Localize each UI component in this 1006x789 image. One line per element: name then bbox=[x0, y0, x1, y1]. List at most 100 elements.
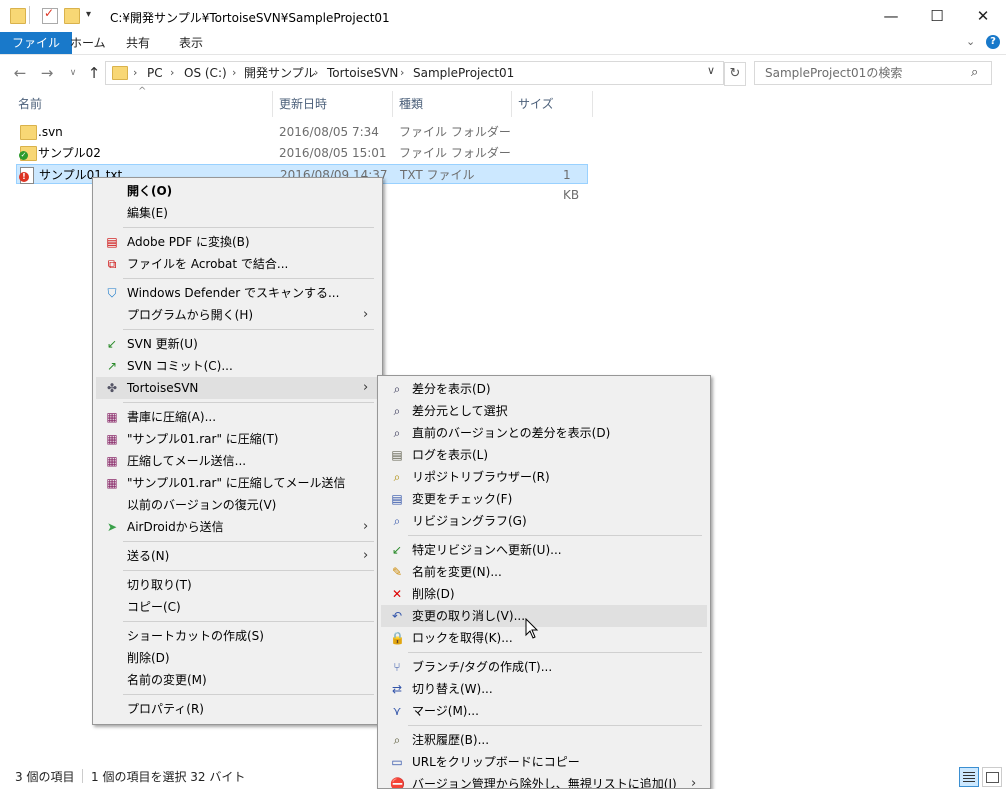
new-folder-icon[interactable] bbox=[64, 8, 80, 24]
file-row[interactable]: ✓ サンプル02 2016/08/05 15:01 ファイル フォルダー bbox=[16, 143, 588, 163]
chevron-right-icon[interactable]: › bbox=[232, 62, 236, 84]
menu-item[interactable]: 🔒 ロックを取得(K)... bbox=[381, 627, 707, 649]
breadcrumb-pc[interactable]: PC bbox=[147, 62, 163, 84]
column-divider[interactable] bbox=[511, 91, 512, 117]
column-header-name[interactable]: 名前 bbox=[18, 96, 42, 118]
menu-item[interactable]: ▦ 書庫に圧縮(A)... bbox=[96, 406, 379, 428]
close-button[interactable]: ✕ bbox=[960, 0, 1006, 32]
menu-item-label: "サンプル01.rar" に圧縮してメール送信 bbox=[127, 476, 346, 490]
help-icon[interactable]: ? bbox=[986, 35, 1000, 49]
column-divider[interactable] bbox=[592, 91, 593, 117]
blame-icon: ⌕ bbox=[393, 733, 401, 747]
menu-item[interactable]: ⌕ リビジョングラフ(G) bbox=[381, 510, 707, 532]
tab-home[interactable]: ホーム bbox=[58, 32, 118, 54]
minimize-button[interactable]: — bbox=[868, 0, 914, 32]
menu-item-label: 以前のバージョンの復元(V) bbox=[127, 498, 277, 512]
address-dropdown-icon[interactable]: ∨ bbox=[707, 64, 715, 77]
forward-icon[interactable]: → bbox=[38, 64, 56, 82]
menu-separator bbox=[408, 535, 702, 536]
menu-item[interactable]: ▤ 変更をチェック(F) bbox=[381, 488, 707, 510]
column-header-type[interactable]: 種類 bbox=[399, 96, 423, 118]
up-icon[interactable]: ↑ bbox=[85, 64, 103, 82]
chevron-right-icon: › bbox=[363, 519, 369, 534]
breadcrumb-folder[interactable]: TortoiseSVN bbox=[327, 62, 398, 84]
file-row[interactable]: .svn 2016/08/05 7:34 ファイル フォルダー bbox=[16, 122, 588, 142]
tab-share[interactable]: 共有 bbox=[114, 32, 162, 54]
maximize-button[interactable]: ☐ bbox=[914, 0, 960, 32]
properties-checkmark-icon[interactable]: ✓ bbox=[42, 6, 58, 24]
menu-item[interactable]: 名前の変更(M) bbox=[96, 669, 379, 691]
tab-view[interactable]: 表示 bbox=[167, 32, 215, 54]
menu-item[interactable]: ↗ SVN コミット(C)... bbox=[96, 355, 379, 377]
breadcrumb-current[interactable]: SampleProject01 bbox=[413, 62, 514, 84]
menu-item[interactable]: コピー(C) bbox=[96, 596, 379, 618]
chevron-right-icon: › bbox=[363, 380, 369, 395]
chevron-right-icon[interactable]: › bbox=[314, 62, 318, 84]
menu-item[interactable]: 削除(D) bbox=[96, 647, 379, 669]
search-icon[interactable]: ⌕ bbox=[971, 65, 978, 80]
column-divider[interactable] bbox=[392, 91, 393, 117]
recent-dropdown-icon[interactable]: ∨ bbox=[64, 64, 82, 82]
menu-item[interactable]: ✕ 削除(D) bbox=[381, 583, 707, 605]
menu-item[interactable]: ⛉ Windows Defender でスキャンする... bbox=[96, 282, 379, 304]
column-header-size[interactable]: サイズ bbox=[518, 96, 554, 118]
menu-item[interactable]: ▤ Adobe PDF に変換(B) bbox=[96, 231, 379, 253]
menu-item[interactable]: ⧉ ファイルを Acrobat で結合... bbox=[96, 253, 379, 275]
refresh-icon[interactable]: ↻ bbox=[724, 62, 746, 86]
branch-icon: ⑂ bbox=[393, 660, 401, 674]
menu-item[interactable]: ⌕ 差分元として選択 bbox=[381, 400, 707, 422]
menu-item[interactable]: 編集(E) bbox=[96, 202, 379, 224]
menu-item[interactable]: 切り取り(T) bbox=[96, 574, 379, 596]
rename-icon: ✎ bbox=[391, 565, 403, 579]
menu-item[interactable]: プログラムから開く(H) › bbox=[96, 304, 379, 326]
column-divider[interactable] bbox=[272, 91, 273, 117]
menu-item[interactable]: 開く(O) bbox=[96, 180, 379, 202]
menu-item[interactable]: ⌕ リポジトリブラウザー(R) bbox=[381, 466, 707, 488]
back-icon[interactable]: ← bbox=[11, 64, 29, 82]
menu-separator bbox=[408, 725, 702, 726]
menu-item[interactable]: プロパティ(R) bbox=[96, 698, 379, 720]
menu-item[interactable]: ⌕ 注釈履歴(B)... bbox=[381, 729, 707, 751]
menu-item[interactable]: ✤ TortoiseSVN › bbox=[96, 377, 379, 399]
details-view-icon[interactable] bbox=[959, 767, 979, 787]
tortoisesvn-submenu: ⌕ 差分を表示(D) ⌕ 差分元として選択 ⌕ 直前のバージョンとの差分を表示(D) ▤ ログ… bbox=[377, 375, 711, 789]
quick-access-dropdown-icon[interactable]: ▾ bbox=[86, 9, 91, 20]
chevron-right-icon[interactable]: › bbox=[400, 62, 404, 84]
menu-item[interactable]: ⋎ マージ(M)... bbox=[381, 700, 707, 722]
menu-item[interactable]: ショートカットの作成(S) bbox=[96, 625, 379, 647]
breadcrumb-folder[interactable]: 開発サンプル bbox=[244, 62, 316, 84]
chevron-right-icon[interactable]: › bbox=[133, 62, 137, 84]
chevron-right-icon[interactable]: › bbox=[170, 62, 174, 84]
menu-item[interactable]: ⑂ ブランチ/タグの作成(T)... bbox=[381, 656, 707, 678]
menu-item[interactable]: ▦ 圧縮してメール送信... bbox=[96, 450, 379, 472]
address-bar[interactable]: › PC › OS (C:) › 開発サンプル › TortoiseSVN › … bbox=[105, 61, 724, 85]
menu-separator bbox=[123, 621, 374, 622]
menu-separator bbox=[123, 278, 374, 279]
folder-icon bbox=[10, 8, 26, 24]
menu-item[interactable]: 送る(N) › bbox=[96, 545, 379, 567]
menu-item[interactable]: ↶ 変更の取り消し(V)... bbox=[381, 605, 707, 627]
menu-item[interactable]: 以前のバージョンの復元(V) bbox=[96, 494, 379, 516]
diff-icon: ⌕ bbox=[393, 426, 401, 440]
menu-item[interactable]: ↙ SVN 更新(U) bbox=[96, 333, 379, 355]
menu-item[interactable]: ▤ ログを表示(L) bbox=[381, 444, 707, 466]
delete-icon: ✕ bbox=[391, 587, 403, 601]
expand-ribbon-icon[interactable]: ⌄ bbox=[966, 35, 975, 48]
menu-item[interactable]: ⌕ 直前のバージョンとの差分を表示(D) bbox=[381, 422, 707, 444]
menu-item[interactable]: ▦ "サンプル01.rar" に圧縮(T) bbox=[96, 428, 379, 450]
check-modifications-icon: ▤ bbox=[391, 492, 403, 506]
menu-item[interactable]: ⇄ 切り替え(W)... bbox=[381, 678, 707, 700]
file-name: サンプル02 bbox=[38, 146, 101, 160]
menu-item-label: 送る(N) bbox=[127, 549, 170, 563]
menu-item[interactable]: ▦ "サンプル01.rar" に圧縮してメール送信 bbox=[96, 472, 379, 494]
menu-item[interactable]: ➤ AirDroidから送信 › bbox=[96, 516, 379, 538]
menu-item[interactable]: ✎ 名前を変更(N)... bbox=[381, 561, 707, 583]
breadcrumb-drive[interactable]: OS (C:) bbox=[184, 62, 227, 84]
menu-item[interactable]: ⌕ 差分を表示(D) bbox=[381, 378, 707, 400]
menu-item[interactable]: ↙ 特定リビジョンへ更新(U)... bbox=[381, 539, 707, 561]
search-box[interactable]: SampleProject01の検索 ⌕ bbox=[754, 61, 992, 85]
file-size: 1 KB bbox=[563, 168, 580, 202]
large-icons-view-icon[interactable] bbox=[982, 767, 1002, 787]
menu-item-label: 差分元として選択 bbox=[412, 404, 508, 418]
column-header-date[interactable]: 更新日時 bbox=[279, 96, 327, 118]
